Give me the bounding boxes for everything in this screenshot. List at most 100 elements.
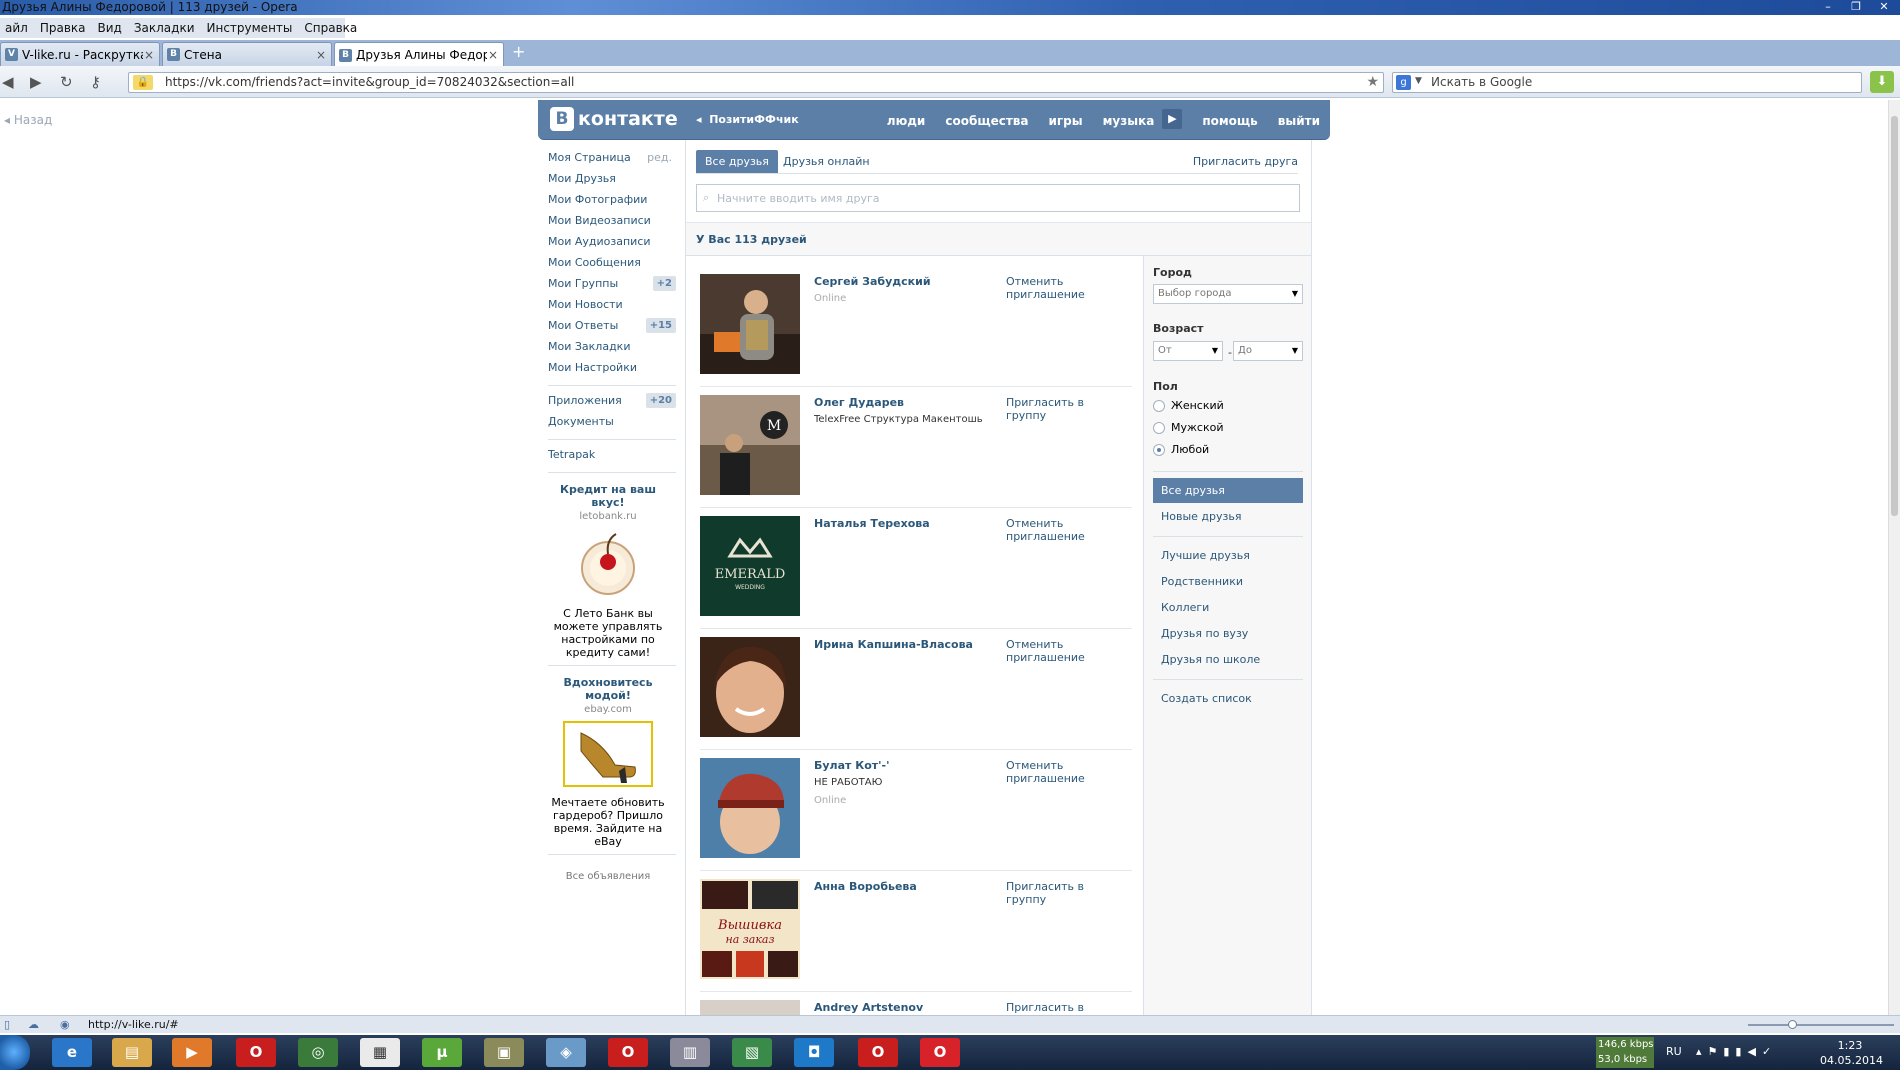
- friend-search[interactable]: ⌕: [696, 184, 1300, 212]
- ie-icon[interactable]: e: [52, 1038, 92, 1067]
- menu-my-audio[interactable]: Мои Аудиозаписи: [546, 232, 678, 253]
- opera-next-icon[interactable]: O: [920, 1038, 960, 1067]
- gender-any-radio[interactable]: Любой: [1153, 443, 1209, 456]
- chevron-down-icon[interactable]: ▼: [1415, 76, 1422, 86]
- utorrent-icon[interactable]: μ: [422, 1038, 462, 1067]
- gender-female-radio[interactable]: Женский: [1153, 399, 1224, 412]
- age-from-select[interactable]: От ▼: [1153, 341, 1223, 361]
- menu-label[interactable]: Приложения: [548, 394, 622, 407]
- invite-to-group-link[interactable]: Пригласить в группу: [1006, 880, 1126, 906]
- tab-close-icon[interactable]: ×: [143, 48, 155, 62]
- address-bar[interactable]: 🔒 https://vk.com/friends?act=invite&grou…: [128, 72, 1384, 93]
- back-arrow-icon[interactable]: ◀: [2, 74, 14, 90]
- bookmark-star-icon[interactable]: ★: [1366, 73, 1379, 92]
- friend-name[interactable]: Сергей Забудский: [814, 275, 931, 288]
- menu-label[interactable]: Мои Новости: [548, 298, 623, 311]
- friend-avatar[interactable]: [700, 274, 800, 374]
- age-to-select[interactable]: До ▼: [1233, 341, 1303, 361]
- friend-avatar[interactable]: [700, 637, 800, 737]
- page-back-link[interactable]: ◂ Назад: [4, 113, 52, 127]
- list-all-friends[interactable]: Все друзья: [1153, 478, 1303, 503]
- menu-my-messages[interactable]: Мои Сообщения: [546, 253, 678, 274]
- menu-my-news[interactable]: Мои Новости: [546, 295, 678, 316]
- menu-apps[interactable]: Приложения +20: [546, 391, 678, 412]
- zoom-slider[interactable]: [1748, 1020, 1894, 1029]
- clock[interactable]: 1:23 04.05.2014: [1820, 1038, 1883, 1068]
- all-ads-link[interactable]: Все объявления: [546, 871, 670, 882]
- menu-tetrapak[interactable]: Tetrapak: [546, 445, 678, 466]
- menu-my-groups[interactable]: Мои Группы +2: [546, 274, 678, 295]
- explorer-icon[interactable]: ▤: [112, 1038, 152, 1067]
- menu-label[interactable]: Мои Ответы: [548, 319, 618, 332]
- minimize-icon[interactable]: –: [1816, 0, 1840, 14]
- nav-people[interactable]: люди: [887, 114, 926, 128]
- menu-tools[interactable]: Инструменты: [202, 21, 300, 35]
- cloud-icon[interactable]: ☁: [28, 1018, 39, 1031]
- menu-label[interactable]: Мои Аудиозаписи: [548, 235, 651, 248]
- friend-avatar[interactable]: M: [700, 395, 800, 495]
- friend-name[interactable]: Ирина Капшина-Власова: [814, 638, 973, 651]
- language-indicator[interactable]: RU: [1666, 1045, 1682, 1058]
- ad-title[interactable]: Кредит на ваш вкус!: [546, 483, 670, 509]
- download-icon[interactable]: ⬇: [1870, 71, 1894, 93]
- menu-edit[interactable]: Правка: [35, 21, 93, 35]
- invite-to-group-link[interactable]: Пригласить в группу: [1006, 1001, 1126, 1016]
- edit-menu-link[interactable]: ред.: [647, 148, 672, 168]
- friend-search-input[interactable]: [717, 189, 1287, 207]
- panel-toggle-icon[interactable]: ▯: [4, 1018, 10, 1031]
- zoom-knob[interactable]: [1788, 1020, 1797, 1029]
- list-relatives[interactable]: Родственники: [1153, 569, 1303, 594]
- page-scrollbar[interactable]: [1888, 100, 1900, 1015]
- tab-friends[interactable]: В Друзья Алины Федор... ×: [334, 42, 504, 67]
- tray-icons[interactable]: ▴⚑▮▮◀✓: [1696, 1045, 1777, 1058]
- opera-icon[interactable]: O: [236, 1038, 276, 1067]
- nav-music[interactable]: музыка: [1103, 114, 1155, 128]
- key-icon[interactable]: ⚷: [90, 74, 101, 90]
- app-icon[interactable]: ◘: [794, 1038, 834, 1067]
- cancel-invite-link[interactable]: Отменить приглашение: [1006, 517, 1126, 543]
- document-icon[interactable]: ▦: [360, 1038, 400, 1067]
- menu-label[interactable]: Мои Сообщения: [548, 256, 641, 269]
- chrome-icon[interactable]: ◎: [298, 1038, 338, 1067]
- menu-file[interactable]: айл: [0, 21, 35, 35]
- maximize-icon[interactable]: ❐: [1844, 0, 1868, 14]
- start-button-icon[interactable]: [0, 1035, 30, 1070]
- forward-arrow-icon[interactable]: ▶: [30, 74, 42, 90]
- tab-close-icon[interactable]: ×: [315, 48, 327, 62]
- list-school-friends[interactable]: Друзья по школе: [1153, 647, 1303, 672]
- tab-all-friends[interactable]: Все друзья: [696, 150, 778, 173]
- cancel-invite-link[interactable]: Отменить приглашение: [1006, 638, 1126, 664]
- friend-name[interactable]: Олег Дударев: [814, 396, 904, 409]
- menu-my-friends[interactable]: Мои Друзья: [546, 169, 678, 190]
- search-placeholder[interactable]: Искать в Google: [1431, 73, 1532, 92]
- friend-avatar[interactable]: [700, 758, 800, 858]
- reload-icon[interactable]: ↻: [60, 74, 73, 90]
- menu-documents[interactable]: Документы: [546, 412, 678, 433]
- group-back-link[interactable]: ◂ ПозитиФФчик: [696, 113, 799, 126]
- menu-my-photos[interactable]: Мои Фотографии: [546, 190, 678, 211]
- friend-name[interactable]: Анна Воробьева: [814, 880, 917, 893]
- menu-label[interactable]: Мои Закладки: [548, 340, 630, 353]
- menu-bookmarks[interactable]: Закладки: [129, 21, 202, 35]
- menu-label[interactable]: Мои Фотографии: [548, 193, 647, 206]
- friend-name[interactable]: Булат Кот'-': [814, 759, 889, 772]
- tab-wall[interactable]: В Стена ×: [162, 42, 332, 66]
- invite-to-group-link[interactable]: Пригласить в группу: [1006, 396, 1126, 422]
- search-box[interactable]: g ▼ Искать в Google: [1392, 72, 1862, 93]
- menu-label[interactable]: Документы: [548, 415, 614, 428]
- menu-my-videos[interactable]: Мои Видеозаписи: [546, 211, 678, 232]
- ad-title[interactable]: Вдохновитесь модой!: [546, 676, 670, 702]
- cupcake-cherry-icon[interactable]: [576, 528, 640, 598]
- app-icon[interactable]: ◈: [546, 1038, 586, 1067]
- invite-friend-link[interactable]: Пригласить друга: [1193, 150, 1298, 173]
- list-new-friends[interactable]: Новые друзья: [1153, 504, 1303, 529]
- opera-icon[interactable]: O: [608, 1038, 648, 1067]
- menu-label[interactable]: Мои Настройки: [548, 361, 637, 374]
- menu-my-bookmarks[interactable]: Мои Закладки: [546, 337, 678, 358]
- new-tab-icon[interactable]: +: [512, 44, 525, 60]
- list-best-friends[interactable]: Лучшие друзья: [1153, 543, 1303, 568]
- friend-avatar[interactable]: [700, 1000, 800, 1016]
- friend-avatar[interactable]: EMERALD WEDDING: [700, 516, 800, 616]
- menu-my-replies[interactable]: Мои Ответы +15: [546, 316, 678, 337]
- ad-block[interactable]: Вдохновитесь модой! ebay.com Мечтаете об…: [546, 676, 670, 848]
